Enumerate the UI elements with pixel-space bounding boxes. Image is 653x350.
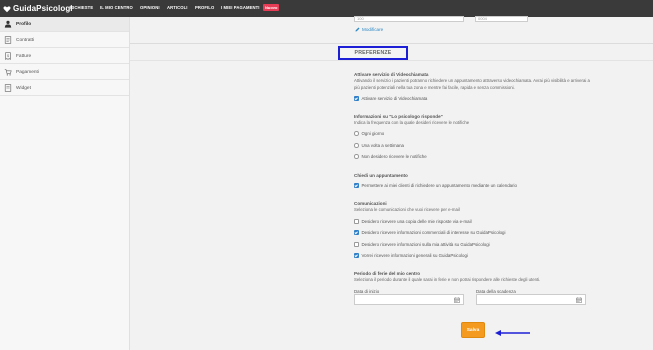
calendar-icon[interactable]: [454, 297, 460, 303]
appuntamento-option[interactable]: Permettere ai miei clienti di richiedere…: [354, 183, 517, 188]
nav-il-mio-centro[interactable]: IL MIO CENTRO: [100, 5, 133, 10]
video-option[interactable]: Attivare servizio di Videochiamata: [354, 96, 427, 101]
sidebar-item-profilo[interactable]: Profilo: [0, 17, 129, 32]
top-field-right[interactable]: 0004: [475, 16, 528, 22]
appuntamento-checkbox[interactable]: [354, 183, 359, 188]
sidebar-item-fatture[interactable]: $ Fatture: [0, 49, 129, 64]
video-description: Attivando il servizio i pazienti potrann…: [354, 78, 590, 90]
section-title: PREFERENZE: [354, 50, 392, 56]
nav-i-miei-pagamenti[interactable]: I MIEI PAGAMENTI: [221, 5, 260, 10]
informazioni-description: Indica la frequenza con la quale desider…: [354, 120, 470, 125]
appuntamento-option-label: Permettere ai miei clienti di richiedere…: [361, 183, 517, 188]
checkbox[interactable]: [354, 253, 359, 258]
main-content: 100 0004 Modificare PREFERENZE Attivare …: [130, 16, 653, 350]
top-field-left[interactable]: 100: [354, 16, 464, 22]
arrow-left-icon: [495, 330, 530, 336]
contract-icon: [4, 36, 12, 44]
modify-link[interactable]: Modificare: [355, 27, 383, 32]
sidebar: Profilo Contratti $ Fatture Pagamenti Wi…: [0, 17, 130, 350]
radio-label: Ogni giorno: [361, 131, 385, 136]
video-checkbox[interactable]: [354, 96, 359, 101]
radio-nessuna-notifica[interactable]: Non desidero ricevere le notifiche: [354, 154, 427, 159]
radio-label: Una volta a settimana: [361, 143, 404, 148]
checkbox[interactable]: [354, 230, 359, 235]
informazioni-heading: Informazioni su "Lo psicologo risponde": [354, 114, 443, 119]
sidebar-item-label: Fatture: [16, 53, 32, 59]
start-date-input[interactable]: [354, 294, 464, 305]
radio-ogni-giorno[interactable]: Ogni giorno: [354, 131, 384, 136]
sidebar-item-label: Pagamenti: [16, 69, 39, 75]
ferie-heading: Periodo di ferie del mio centro: [354, 271, 421, 276]
person-icon: [4, 20, 12, 28]
radio-button[interactable]: [354, 143, 359, 148]
ferie-description: Seleziona il periodo durante il quale sa…: [354, 277, 541, 282]
new-badge: Nuovo: [263, 4, 280, 11]
video-option-label: Attivare servizio di Videochiamata: [361, 96, 428, 101]
widget-icon: [4, 84, 12, 92]
comunicazioni-option-attivita[interactable]: Desidero ricevere informazioni sulla mia…: [354, 242, 490, 247]
sidebar-item-label: Widget: [16, 85, 31, 91]
invoice-icon: $: [5, 52, 11, 60]
radio-button[interactable]: [354, 131, 359, 136]
radio-label: Non desidero ricevere le notifiche: [361, 154, 427, 159]
brand-logo[interactable]: GuidaPsicologi: [3, 3, 73, 14]
appuntamento-heading: Chiedi un appuntamento: [354, 173, 408, 178]
divider: [130, 43, 653, 44]
calendar-icon[interactable]: [576, 297, 582, 303]
sidebar-item-label: Profilo: [16, 21, 32, 27]
nav-articoli[interactable]: ARTICOLI: [167, 5, 188, 10]
checkbox-label: Vorrei ricevere informazioni generali su…: [361, 253, 468, 258]
checkbox[interactable]: [354, 242, 359, 247]
nav-opinioni[interactable]: OPINIONI: [140, 5, 160, 10]
checkbox-label: Desidero ricevere informazioni sulla mia…: [361, 242, 490, 247]
nav-profilo[interactable]: PROFILO: [195, 5, 214, 10]
checkbox-label: Desidero ricevere informazioni commercia…: [361, 230, 506, 235]
comunicazioni-heading: Comunicazioni: [354, 201, 387, 206]
save-button[interactable]: Salva: [461, 322, 485, 338]
end-date-input[interactable]: [476, 294, 586, 305]
radio-button[interactable]: [354, 154, 359, 159]
radio-una-volta-settimana[interactable]: Una volta a settimana: [354, 143, 404, 148]
sidebar-item-pagamenti[interactable]: Pagamenti: [0, 65, 129, 80]
svg-text:$: $: [7, 54, 9, 58]
comunicazioni-description: Seleziona le comunicazioni che vuoi rice…: [354, 207, 460, 212]
section-header-preferenze: PREFERENZE: [338, 46, 408, 60]
checkbox-label: Desidero ricevere una copia delle mie ri…: [361, 219, 472, 224]
checkbox[interactable]: [354, 219, 359, 224]
top-navigation: GuidaPsicologi RICHIESTE IL MIO CENTRO O…: [0, 0, 653, 17]
divider: [130, 60, 653, 61]
brand-heart-icon: [3, 5, 11, 12]
comunicazioni-option-generali[interactable]: Vorrei ricevere informazioni generali su…: [354, 253, 468, 258]
payment-icon: [4, 69, 12, 76]
nav-richieste[interactable]: RICHIESTE: [70, 5, 93, 10]
sidebar-item-contratti[interactable]: Contratti: [0, 33, 129, 48]
sidebar-item-widget[interactable]: Widget: [0, 81, 129, 96]
pencil-icon: [355, 27, 360, 32]
comunicazioni-option-commerciali[interactable]: Desidero ricevere informazioni commercia…: [354, 230, 505, 235]
sidebar-item-label: Contratti: [16, 37, 35, 43]
modify-link-label: Modificare: [362, 27, 384, 32]
comunicazioni-option-copia[interactable]: Desidero ricevere una copia delle mie ri…: [354, 219, 472, 224]
video-heading: Attivare servizio di Videochiamata: [354, 72, 429, 77]
brand-name: GuidaPsicologi: [13, 4, 73, 13]
